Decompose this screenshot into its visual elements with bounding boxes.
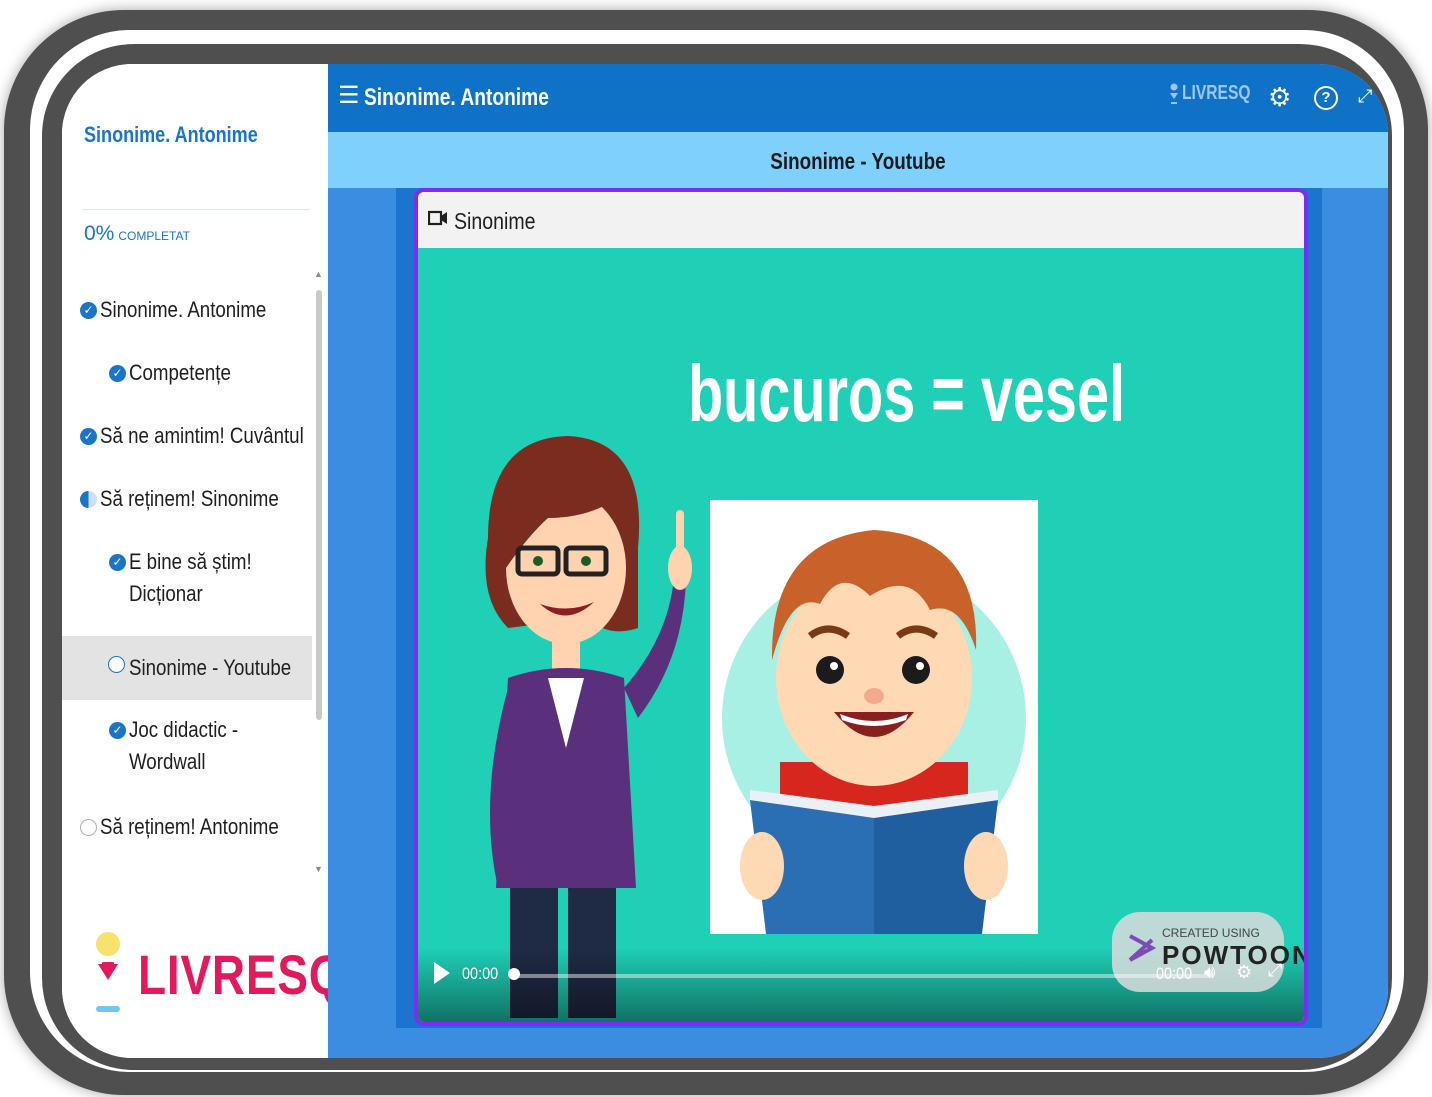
card-header: Sinonime (418, 192, 1304, 248)
check-icon: ✓ (109, 365, 126, 382)
settings-gear-icon[interactable]: ⚙ (1268, 82, 1291, 113)
brand-label: LIVRESQ (1182, 82, 1251, 104)
check-icon: ✓ (80, 428, 97, 445)
sidebar-item-label: E bine să știm! (129, 549, 252, 574)
expand-icon[interactable]: ⤢ (1358, 86, 1372, 107)
sidebar-item-sa-retinem-sinonime[interactable]: Să reținem! Sinonime (62, 483, 312, 531)
sidebar-item-label: Sinonime - Youtube (129, 655, 292, 680)
play-icon[interactable] (434, 962, 450, 984)
section-bar: Sinonime - Youtube (328, 132, 1388, 188)
empty-circle-icon (80, 819, 97, 836)
sidebar-item-label: Să reținem! Antonime (100, 814, 279, 839)
sidebar-item-sa-ne-amintim[interactable]: ✓ Să ne amintim! Cuvântul (62, 420, 312, 468)
check-icon: ✓ (109, 722, 126, 739)
livresq-logo: LIVRESQ (92, 924, 344, 1024)
sidebar-item-sinonime-antonime[interactable]: ✓ Sinonime. Antonime (62, 294, 312, 342)
empty-circle-icon (108, 656, 125, 673)
scroll-down-arrow-icon[interactable]: ▼ (314, 864, 323, 874)
progress-knob[interactable] (508, 968, 520, 980)
sidebar-item-label: Sinonime. Antonime (100, 297, 267, 322)
powtoon-watermark: CREATED USING POWTOON (1112, 912, 1304, 992)
card-title: Sinonime (454, 208, 536, 234)
sidebar-title[interactable]: Sinonime. Antonime (84, 122, 258, 148)
current-time: 00:00 (462, 964, 499, 983)
duration-time: 00:00 (1156, 964, 1193, 983)
top-bar: ☰ Sinonime. Antonime LIVRESQ ⚙ ? ⤢ (328, 64, 1388, 132)
video-player[interactable]: bucuros = vesel CREATED USING POWTOON 00… (418, 248, 1304, 1022)
sidebar-item-joc-didactic[interactable]: ✓ Joc didactic - Wordwall (62, 714, 312, 780)
camera-icon (428, 210, 447, 226)
progress-indicator: 0% COMPLETAT (84, 222, 190, 246)
check-icon: ✓ (80, 302, 97, 319)
sidebar-item-label: Wordwall (129, 749, 206, 774)
video-headline: bucuros = vesel (688, 349, 1126, 438)
section-title-text: Sinonime - Youtube (770, 148, 946, 174)
sidebar-item-label: Competențe (129, 360, 231, 385)
sidebar-item-label: Joc didactic - (129, 717, 239, 742)
progress-percent: 0% (84, 222, 115, 245)
watermark-small-text: CREATED USING (1162, 926, 1260, 940)
partial-progress-icon (80, 491, 97, 508)
logo-text: LIVRESQ (138, 943, 346, 1006)
page-title: Sinonime. Antonime (364, 84, 549, 111)
sidebar-scrollbar[interactable] (316, 290, 322, 720)
teacher-illustration (485, 436, 692, 1018)
sidebar-item-label: Să reținem! Sinonime (100, 486, 279, 511)
boy-reading-illustration (722, 530, 1026, 934)
sidebar-item-sinonime-youtube[interactable]: Sinonime - Youtube (62, 636, 312, 700)
sidebar: Sinonime. Antonime 0% COMPLETAT ✓ Sinonim… (62, 64, 344, 1058)
help-icon[interactable]: ? (1314, 86, 1338, 110)
sidebar-item-label: Să ne amintim! Cuvântul (100, 423, 304, 448)
video-progress-bar[interactable] (514, 974, 1214, 978)
sidebar-divider (82, 209, 310, 210)
sidebar-item-e-bine-sa-stim[interactable]: ✓ E bine să știm! Dicționar (62, 546, 312, 612)
video-card: Sinonime bucuros = vesel CREATED USING P… (414, 188, 1308, 1026)
volume-icon[interactable]: 🔊︎ (1204, 962, 1215, 983)
check-icon: ✓ (109, 554, 126, 571)
sidebar-item-sa-retinem-antonime[interactable]: Să reținem! Antonime (62, 811, 312, 859)
app-screen: Sinonime. Antonime 0% COMPLETAT ✓ Sinonim… (62, 64, 1388, 1058)
progress-label: COMPLETAT (118, 229, 190, 243)
powtoon-logo-icon (1128, 934, 1156, 962)
bulb-icon (96, 932, 120, 1012)
bulb-icon (1170, 83, 1178, 104)
brand-logo[interactable]: LIVRESQ (1170, 82, 1270, 105)
main-area: ☰ Sinonime. Antonime LIVRESQ ⚙ ? ⤢ Sinon… (328, 64, 1388, 1058)
video-settings-gear-icon[interactable]: ⚙ (1236, 962, 1252, 983)
menu-icon[interactable]: ☰ (338, 84, 360, 108)
section-title: Sinonime - Youtube (328, 148, 1388, 175)
sidebar-item-label: Dicționar (129, 581, 203, 606)
sidebar-item-competente[interactable]: ✓ Competențe (62, 357, 312, 405)
scroll-up-arrow-icon[interactable]: ▲ (314, 269, 323, 279)
fullscreen-icon[interactable]: ⤢ (1268, 960, 1282, 981)
